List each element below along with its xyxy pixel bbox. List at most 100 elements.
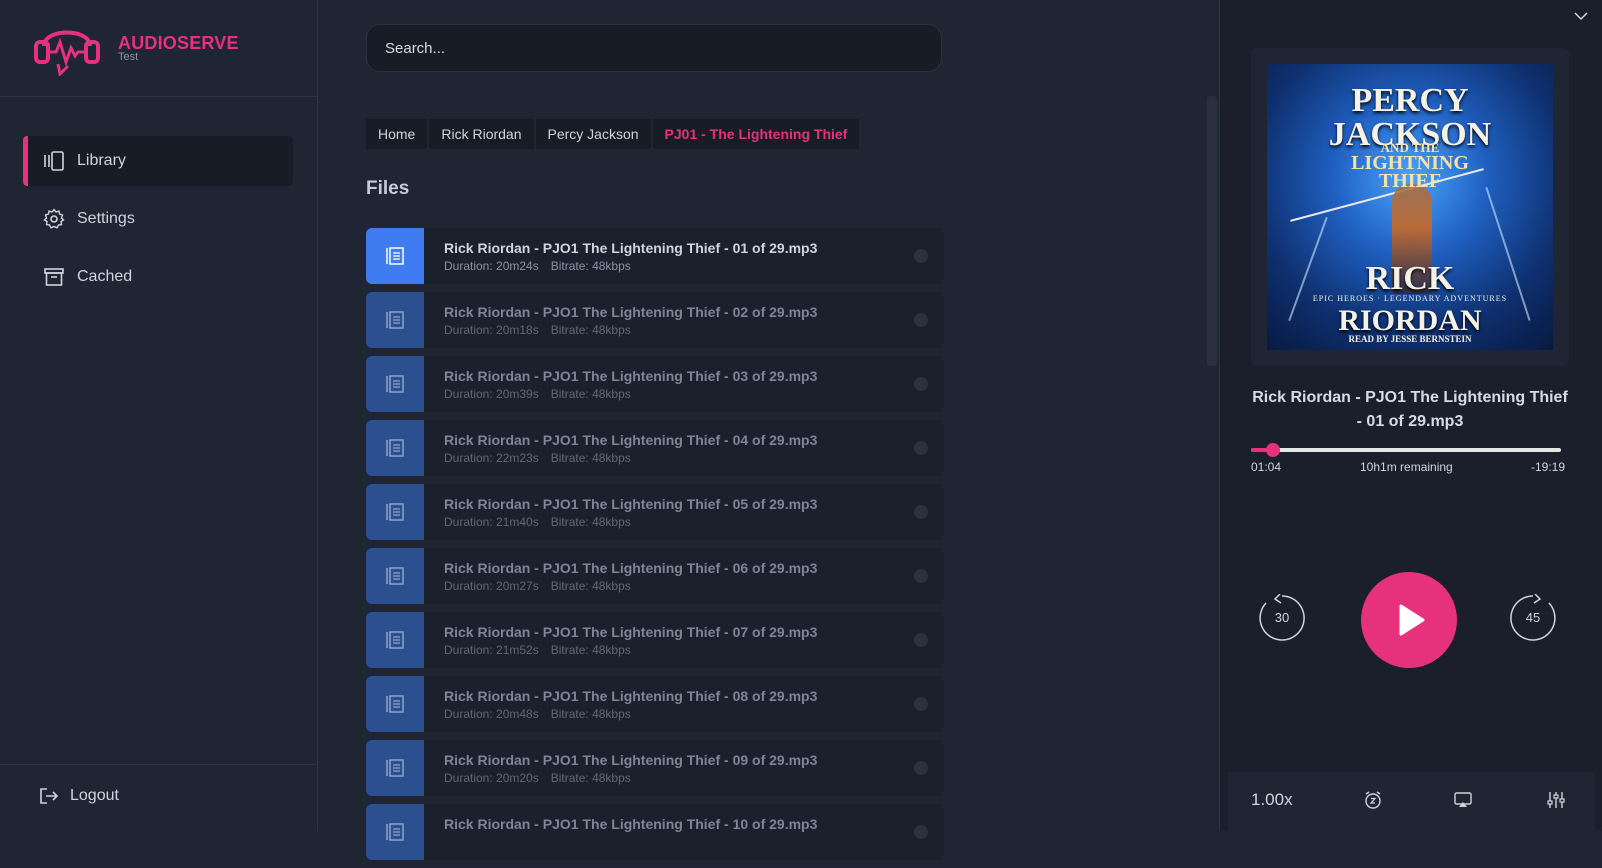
cover-author-first: RICK xyxy=(1365,260,1455,297)
file-name: Rick Riordan - PJO1 The Lightening Thief… xyxy=(444,688,818,704)
library-icon xyxy=(44,151,64,171)
audioserve-logo-icon xyxy=(34,30,100,76)
sidebar-item-library[interactable]: Library xyxy=(23,136,293,186)
file-duration: Duration: 20m18s xyxy=(444,323,539,337)
file-row[interactable]: Rick Riordan - PJO1 The Lightening Thief… xyxy=(366,676,944,732)
file-meta: Duration: 20m20s Bitrate: 48kbps xyxy=(444,771,643,785)
file-thumb xyxy=(366,356,424,412)
cover-tagline: EPIC HEROES · LEGENDARY ADVENTURES xyxy=(1312,294,1508,303)
progress-handle[interactable] xyxy=(1265,443,1280,457)
breadcrumb: Home Rick Riordan Percy Jackson PJ01 - T… xyxy=(366,119,861,149)
total-remaining: 10h1m remaining xyxy=(1360,460,1453,474)
file-status-dot xyxy=(914,633,928,647)
forward-button[interactable]: 45 xyxy=(1509,593,1557,642)
file-row[interactable]: Rick Riordan - PJO1 The Lightening Thief… xyxy=(366,292,944,348)
now-playing-title: Rick Riordan - PJO1 The Lightening Thief… xyxy=(1252,389,1568,430)
file-status-dot xyxy=(914,761,928,775)
file-list: Rick Riordan - PJO1 The Lightening Thief… xyxy=(366,228,944,868)
file-name: Rick Riordan - PJO1 The Lightening Thief… xyxy=(444,432,818,448)
search-input[interactable] xyxy=(366,24,942,72)
play-button[interactable] xyxy=(1361,572,1457,668)
player-toolbar: 1.00x xyxy=(1228,772,1595,831)
file-bitrate: Bitrate: 48kbps xyxy=(550,515,631,529)
file-name: Rick Riordan - PJO1 The Lightening Thief… xyxy=(444,752,818,768)
file-duration: Duration: 21m40s xyxy=(444,515,539,529)
sidebar-item-label: Settings xyxy=(77,210,135,227)
gear-icon xyxy=(43,208,65,229)
file-status-dot xyxy=(914,441,928,455)
rewind-button[interactable]: 30 xyxy=(1258,593,1306,642)
breadcrumb-home[interactable]: Home xyxy=(366,119,428,149)
file-meta: Duration: 22m23s Bitrate: 48kbps xyxy=(444,451,643,465)
audiobook-icon xyxy=(386,695,404,713)
file-meta: Duration: 21m40s Bitrate: 48kbps xyxy=(444,515,643,529)
audiobook-icon xyxy=(386,631,404,649)
breadcrumb-series[interactable]: Percy Jackson xyxy=(535,119,651,149)
file-duration: Duration: 20m39s xyxy=(444,387,539,401)
file-name: Rick Riordan - PJO1 The Lightening Thief… xyxy=(444,560,818,576)
file-status-dot xyxy=(914,569,928,583)
scrollbar[interactable] xyxy=(1207,96,1217,366)
sleep-timer-icon[interactable] xyxy=(1363,790,1383,810)
file-bitrate: Bitrate: 48kbps xyxy=(550,771,631,785)
forward-seconds: 45 xyxy=(1525,610,1541,625)
file-name: Rick Riordan - PJO1 The Lightening Thief… xyxy=(444,368,818,384)
file-thumb xyxy=(366,740,424,796)
file-thumb xyxy=(366,804,424,860)
file-row[interactable]: Rick Riordan - PJO1 The Lightening Thief… xyxy=(366,612,944,668)
logout-button[interactable]: Logout xyxy=(38,785,119,807)
sidebar: AUDIOSERVE Test Library Settings Cached … xyxy=(0,0,318,831)
file-duration: Duration: 22m23s xyxy=(444,451,539,465)
file-meta: Duration: 21m52s Bitrate: 48kbps xyxy=(444,643,643,657)
file-status-dot xyxy=(914,505,928,519)
file-meta: Duration: 20m39s Bitrate: 48kbps xyxy=(444,387,643,401)
file-row[interactable]: Rick Riordan - PJO1 The Lightening Thief… xyxy=(366,356,944,412)
file-row[interactable]: Rick Riordan - PJO1 The Lightening Thief… xyxy=(366,420,944,476)
file-duration: Duration: 20m27s xyxy=(444,579,539,593)
file-status-dot xyxy=(914,825,928,839)
track-remaining: -19:19 xyxy=(1531,460,1566,474)
file-bitrate: Bitrate: 48kbps xyxy=(550,643,631,657)
file-meta: Duration: 20m18s Bitrate: 48kbps xyxy=(444,323,643,337)
play-icon xyxy=(1399,604,1425,636)
file-row[interactable]: Rick Riordan - PJO1 The Lightening Thief… xyxy=(366,228,944,284)
file-thumb xyxy=(366,548,424,604)
file-row[interactable]: Rick Riordan - PJO1 The Lightening Thief… xyxy=(366,804,944,860)
breadcrumb-author[interactable]: Rick Riordan xyxy=(429,119,534,149)
brand-header: AUDIOSERVE Test xyxy=(0,0,317,97)
file-row[interactable]: Rick Riordan - PJO1 The Lightening Thief… xyxy=(366,740,944,796)
file-row[interactable]: Rick Riordan - PJO1 The Lightening Thief… xyxy=(366,484,944,540)
file-meta: Duration: 20m48s Bitrate: 48kbps xyxy=(444,707,643,721)
file-thumb xyxy=(366,420,424,476)
archive-icon xyxy=(44,268,64,286)
cast-icon[interactable] xyxy=(1453,790,1473,810)
file-thumb xyxy=(366,292,424,348)
file-status-dot xyxy=(914,313,928,327)
album-cover: PERCY JACKSON AND THE LIGHTNING THIEF RI… xyxy=(1267,64,1553,350)
audiobook-icon xyxy=(386,247,404,265)
equalizer-icon[interactable] xyxy=(1546,790,1566,810)
sidebar-item-cached[interactable]: Cached xyxy=(23,252,293,302)
file-meta xyxy=(444,835,468,849)
file-row[interactable]: Rick Riordan - PJO1 The Lightening Thief… xyxy=(366,548,944,604)
file-duration: Duration: 21m52s xyxy=(444,643,539,657)
file-thumb xyxy=(366,228,424,284)
audiobook-icon xyxy=(386,567,404,585)
file-name: Rick Riordan - PJO1 The Lightening Thief… xyxy=(444,624,818,640)
chevron-down-icon[interactable] xyxy=(1573,8,1589,24)
main-content: Home Rick Riordan Percy Jackson PJ01 - T… xyxy=(318,0,1218,860)
logout-area: Logout xyxy=(0,764,317,831)
audiobook-icon xyxy=(386,375,404,393)
playback-speed-button[interactable]: 1.00x xyxy=(1251,790,1293,810)
cover-narrator: READ BY JESSE BERNSTEIN xyxy=(1348,334,1472,344)
file-status-dot xyxy=(914,249,928,263)
progress-slider[interactable] xyxy=(1251,443,1561,457)
sidebar-item-settings[interactable]: Settings xyxy=(23,194,293,244)
file-bitrate: Bitrate: 48kbps xyxy=(550,707,631,721)
rewind-seconds: 30 xyxy=(1274,610,1290,625)
audiobook-icon xyxy=(386,759,404,777)
cover-subtitle: LIGHTNING THIEF xyxy=(1267,153,1553,191)
file-meta: Duration: 20m27s Bitrate: 48kbps xyxy=(444,579,643,593)
file-bitrate: Bitrate: 48kbps xyxy=(550,259,631,273)
file-name: Rick Riordan - PJO1 The Lightening Thief… xyxy=(444,240,818,256)
